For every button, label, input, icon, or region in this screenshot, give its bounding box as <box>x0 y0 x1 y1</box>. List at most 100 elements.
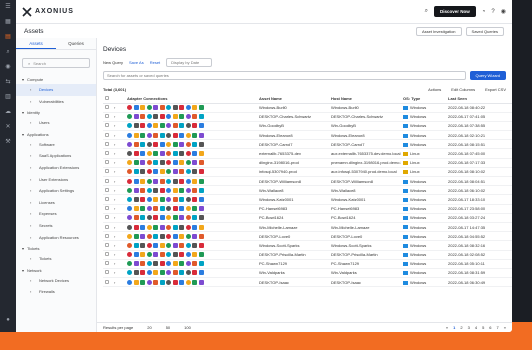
export-csv-button[interactable]: Export CSV <box>485 87 506 92</box>
table-row[interactable]: › Win-Wallace8 Win-Wallace8 Windows 2022-08-… <box>103 185 512 196</box>
sidebar-item-4-1[interactable]: ▪ Firewalls <box>16 286 96 298</box>
table-row[interactable]: › PC-Hansel6983 PC-Hansel6983 Windows 2022-0… <box>103 204 512 214</box>
sidebar-item-2-0[interactable]: ▪ Software <box>16 139 96 151</box>
sidebar-item-2-3[interactable]: ▪ User Extensions <box>16 174 96 186</box>
table-row[interactable]: › Windows-Burli0 Windows-Burli0 Windows 2022… <box>103 103 512 113</box>
row-checkbox[interactable] <box>105 132 109 137</box>
sidebar-group-4[interactable]: ▾ Network <box>16 265 96 275</box>
col-os-type[interactable]: OS: Type <box>401 94 446 104</box>
row-checkbox[interactable] <box>105 141 109 146</box>
sidebar-item-2-2[interactable]: ▪ Application Extensions <box>16 162 96 174</box>
page-3[interactable]: 3 <box>468 325 470 330</box>
col-asset-name[interactable]: Asset Name <box>257 94 329 104</box>
expand-icon[interactable]: › <box>114 142 115 147</box>
expand-icon[interactable]: › <box>114 280 115 285</box>
sidebar-item-2-1[interactable]: ▪ SaaS Applications <box>16 150 96 162</box>
table-row[interactable]: › DESKTOP-Love0 DESKTOP-Love0 Windows 2022-0… <box>103 231 512 242</box>
help-icon[interactable]: ? <box>491 9 494 15</box>
enforcement-icon[interactable]: ✕ <box>0 120 16 135</box>
tab-assets[interactable]: Assets <box>16 38 56 49</box>
row-checkbox[interactable] <box>105 169 109 174</box>
expand-icon[interactable]: › <box>114 133 115 138</box>
table-row[interactable]: › Win-Valdparks Win-Valdparks Windows 2022-0… <box>103 268 512 279</box>
expand-icon[interactable]: › <box>114 234 115 239</box>
search-icon[interactable]: ⌕ <box>425 8 428 15</box>
query-wizard-button[interactable]: Query Wizard <box>469 71 506 80</box>
tools-icon[interactable]: ⚒ <box>0 135 16 150</box>
save-as-link[interactable]: Save As <box>129 60 144 65</box>
next-page-icon[interactable]: » <box>504 325 506 330</box>
asset-name-cell[interactable]: Win-Wallace8 <box>257 185 329 196</box>
sidebar-item-2-5[interactable]: ▪ Licenses <box>16 197 96 209</box>
table-row[interactable]: › infosql-5307940-prod aux.infosql-5307940… <box>103 167 512 178</box>
expand-icon[interactable]: › <box>114 252 115 257</box>
new-query-label[interactable]: New Query <box>103 60 123 65</box>
page-6[interactable]: 6 <box>489 325 491 330</box>
menu-icon[interactable]: ☰ <box>0 0 16 15</box>
asset-name-cell[interactable]: Windows-Burli0 <box>257 103 329 113</box>
sidebar-group-2[interactable]: ▾ Applications <box>16 129 96 139</box>
table-row[interactable]: › DESKTOP-Charles-Schwartz DESKTOP-Charles… <box>103 112 512 122</box>
expand-icon[interactable]: › <box>114 151 115 156</box>
per-page-100[interactable]: 100 <box>184 325 191 330</box>
sidebar-item-2-6[interactable]: ▪ Expenses <box>16 208 96 220</box>
table-row[interactable]: › PC-Shawn7129 PC-Shawn7129 Windows 2022-08-… <box>103 259 512 269</box>
asset-name-cell[interactable]: DESKTOP-Isaac <box>257 277 329 288</box>
row-checkbox[interactable] <box>105 160 109 165</box>
asset-investigation-dropdown[interactable]: Asset Investigation <box>415 26 462 36</box>
tab-queries[interactable]: Queries <box>56 38 96 49</box>
row-checkbox[interactable] <box>105 261 109 266</box>
page-2[interactable]: 2 <box>460 325 462 330</box>
expand-icon[interactable]: › <box>114 197 115 202</box>
saved-queries-dropdown[interactable]: Saved Queries <box>465 26 504 36</box>
per-page-20[interactable]: 20 <box>147 325 151 330</box>
expand-icon[interactable]: › <box>114 243 115 248</box>
sidebar-group-3[interactable]: ▾ Tickets <box>16 243 96 253</box>
table-row[interactable]: › DESKTOP-Priscilla-Martin DESKTOP-Priscil… <box>103 250 512 260</box>
select-all-checkbox[interactable] <box>105 95 109 100</box>
per-page-50[interactable]: 50 <box>166 325 170 330</box>
row-checkbox[interactable] <box>105 196 109 201</box>
asset-name-cell[interactable]: Win-GoodbyB <box>257 121 329 132</box>
row-checkbox[interactable] <box>105 279 109 284</box>
row-checkbox[interactable] <box>105 224 109 229</box>
sidebar-group-0[interactable]: ▾ Compute <box>16 74 96 84</box>
edit-columns-button[interactable]: Edit Columns <box>451 87 475 92</box>
page-1[interactable]: 1 <box>453 325 455 330</box>
asset-name-cell[interactable]: PC-Hansel6983 <box>257 204 329 214</box>
expand-icon[interactable]: › <box>114 188 115 193</box>
sidebar-item-2-7[interactable]: ▪ Secrets <box>16 220 96 232</box>
connections-icon[interactable]: ⇆ <box>0 75 16 90</box>
row-checkbox[interactable] <box>105 105 109 110</box>
asset-name-cell[interactable]: Win-Michelle-Lamaze <box>257 222 329 233</box>
row-checkbox[interactable] <box>105 114 109 119</box>
expand-icon[interactable]: › <box>114 270 115 275</box>
sidebar-item-2-4[interactable]: ▪ Application Settings <box>16 185 96 197</box>
row-checkbox[interactable] <box>105 123 109 128</box>
col-adapters[interactable]: Adapter Connections <box>125 94 257 104</box>
sidebar-item-0-1[interactable]: ▪ Vulnerabilities <box>16 96 96 108</box>
sidebar-item-3-0[interactable]: ▪ Tickets <box>16 253 96 265</box>
row-checkbox[interactable] <box>105 270 109 275</box>
row-checkbox[interactable] <box>105 242 109 247</box>
sidebar-search-input[interactable]: ⌕ Search <box>22 58 90 68</box>
page-7[interactable]: 7 <box>497 325 499 330</box>
row-checkbox[interactable] <box>105 178 109 183</box>
col-last-seen[interactable]: Last Seen <box>446 94 512 104</box>
expand-icon[interactable]: › <box>114 206 115 211</box>
reset-link[interactable]: Reset <box>150 60 160 65</box>
sidebar-group-1[interactable]: ▾ Identity <box>16 107 96 117</box>
page-5[interactable]: 5 <box>482 325 484 330</box>
table-row[interactable]: › Windows-Eleanor8 Windows-Eleanor8 Windows… <box>103 130 512 141</box>
table-row[interactable]: › DESKTOP-Isaac DESKTOP-Isaac Windows 2022-0… <box>103 277 512 288</box>
expand-icon[interactable]: › <box>114 179 115 184</box>
expand-icon[interactable]: › <box>114 169 115 174</box>
activity-icon[interactable]: ◉ <box>0 60 16 75</box>
discover-now-button[interactable]: Discover Now <box>434 6 476 17</box>
expand-icon[interactable]: › <box>114 261 115 266</box>
expand-icon[interactable]: › <box>114 114 115 119</box>
expand-icon[interactable]: › <box>114 160 115 165</box>
page-4[interactable]: 4 <box>475 325 477 330</box>
prev-page-icon[interactable]: « <box>446 325 448 330</box>
cloud-icon[interactable]: ☁ <box>0 105 16 120</box>
